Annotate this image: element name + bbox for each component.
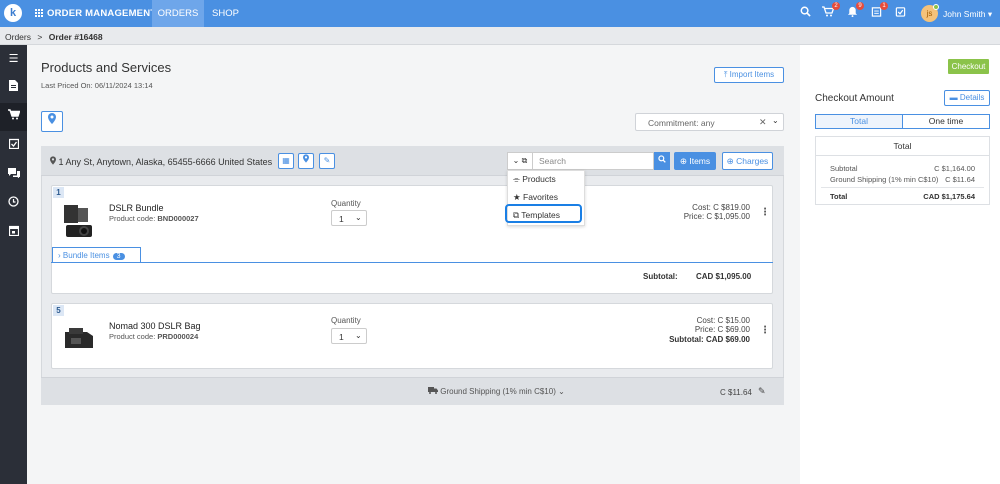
summary-label: Subtotal [830,164,858,173]
chevron-down-icon[interactable]: ⌄ [772,116,779,125]
notes-icon[interactable]: 1 [869,2,888,20]
document-icon[interactable] [0,74,27,102]
map-marker-icon [50,156,59,167]
product-image [62,203,96,239]
location-pin-button[interactable] [41,111,63,132]
cost-value: Cost: C $819.00 [692,203,750,212]
app-logo[interactable]: k [4,4,22,22]
chat-icon[interactable] [0,161,27,189]
tag-icon: ⌯ [513,174,520,184]
price-value: Price: C $1,095.00 [683,212,750,221]
breadcrumb-orders[interactable]: Orders [5,32,31,42]
search-button[interactable] [654,152,670,170]
calendar-icon[interactable] [0,219,27,247]
line-number-badge: 5 [53,305,64,316]
chevron-down-icon: ⌄ [355,213,362,222]
product-code: Product code: PRD000024 [109,332,199,341]
quantity-label: Quantity [331,199,361,208]
truck-icon [428,387,440,396]
nav-shop[interactable]: SHOP [212,0,239,27]
edit-shipping-icon[interactable]: ✎ [758,386,766,397]
quantity-label: Quantity [331,316,361,325]
shipping-amount: C $11.64 [720,388,752,397]
breadcrumb-separator-icon: > [37,32,43,42]
last-priced: Last Priced On: 06/11/2024 13:14 [41,81,153,90]
notes-badge: 1 [880,2,888,10]
edit-address-icon[interactable]: ✎ [319,153,335,169]
shipping-address: 1 Any St, Anytown, Alaska, 65455-6666 Un… [50,156,272,167]
search-type-dropdown[interactable]: ⌄ ⧉ [507,152,533,170]
summary-divider [821,187,984,188]
cart-nav-icon[interactable] [0,103,27,131]
cart-icon[interactable]: 2 [821,2,840,20]
summary-total-label: Total [830,192,848,201]
search-input[interactable] [533,152,654,170]
item-menu-icon[interactable]: ⋮ [760,325,770,336]
add-charges-button[interactable]: ⊕ Charges [722,152,773,170]
left-sidebar: ☰ [0,45,27,484]
plus-circle-icon: ⊕ [726,156,734,166]
subtotal-label: Subtotal: [643,272,678,281]
nav-orders[interactable]: ORDERS [152,0,204,27]
copy-icon: ⧉ [521,156,528,165]
page-title: Products and Services [41,60,172,75]
star-icon: ★ [513,192,521,202]
upload-icon: ⤒ [723,70,728,79]
map-pin-icon [48,113,56,124]
bell-icon[interactable]: 9 [845,2,864,20]
bundle-count-badge: 3 [112,253,125,260]
building-icon[interactable]: ▦ [278,153,294,169]
truck-icon: ▬ [949,93,958,102]
cart-badge: 2 [832,2,840,10]
bell-badge: 9 [856,2,864,10]
tab-total[interactable]: Total [815,114,903,129]
product-name[interactable]: DSLR Bundle [109,203,164,213]
import-items-button[interactable]: ⤒ Import Items [714,67,784,83]
cost-value: Cost: C $15.00 [696,316,750,325]
subtotal-value: Subtotal: CAD $69.00 [669,335,750,344]
clock-icon[interactable] [0,190,27,218]
chevron-right-icon: › [58,251,61,260]
breadcrumb: Orders > Order #16468 [0,27,1000,45]
subtotal-value: CAD $1,095.00 [696,272,752,281]
templates-highlight [505,204,582,223]
shipping-method-select[interactable]: Ground Shipping (1% min C$10) ⌄ [428,387,565,396]
shipping-row [41,377,784,405]
clear-icon[interactable]: ✕ [759,117,767,128]
address-pin-icon[interactable] [298,153,314,169]
checkout-pane [800,45,1000,484]
product-image [63,326,95,350]
bundle-divider [51,247,773,263]
search-icon[interactable] [798,6,812,20]
tasks-icon[interactable] [893,6,907,20]
bundle-items-toggle[interactable]: › Bundle Items 3 [52,247,141,262]
breadcrumb-current: Order #16468 [48,32,103,42]
add-items-button[interactable]: ⊕ Items [674,152,716,170]
line-number-badge: 1 [53,187,64,198]
checkout-button[interactable]: Checkout [948,59,989,74]
tab-one-time[interactable]: One time [902,114,990,129]
price-value: Price: C $69.00 [694,325,750,334]
online-status-dot [933,4,939,10]
user-menu[interactable]: John Smith ▾ [943,9,992,20]
apps-grid-icon[interactable] [34,8,43,17]
summary-value: C $1,164.00 [934,164,975,173]
summary-total-value: CAD $1,175.64 [923,192,975,201]
details-button[interactable]: ▬ Details [944,90,990,106]
summary-label: Ground Shipping (1% min C$10) [830,175,939,184]
checkout-amount-title: Checkout Amount [815,93,894,104]
summary-value: C $11.64 [945,175,975,184]
menu-item-products[interactable]: ⌯ Products [513,174,556,185]
plus-circle-icon: ⊕ [679,156,687,166]
clipboard-icon[interactable] [0,132,27,160]
menu-item-favorites[interactable]: ★ Favorites [513,192,558,203]
product-code: Product code: BND000027 [109,214,199,223]
item-menu-icon[interactable]: ⋮ [760,207,770,218]
app-title[interactable]: ORDER MANAGEMENT [47,8,156,19]
chevron-down-icon: ⌄ [355,331,362,340]
top-nav-bar: k ORDER MANAGEMENT ORDERS SHOP 2 9 1 js … [0,0,1000,27]
menu-icon[interactable]: ☰ [0,45,27,73]
summary-header: Total [815,136,990,156]
product-name[interactable]: Nomad 300 DSLR Bag [109,321,201,331]
